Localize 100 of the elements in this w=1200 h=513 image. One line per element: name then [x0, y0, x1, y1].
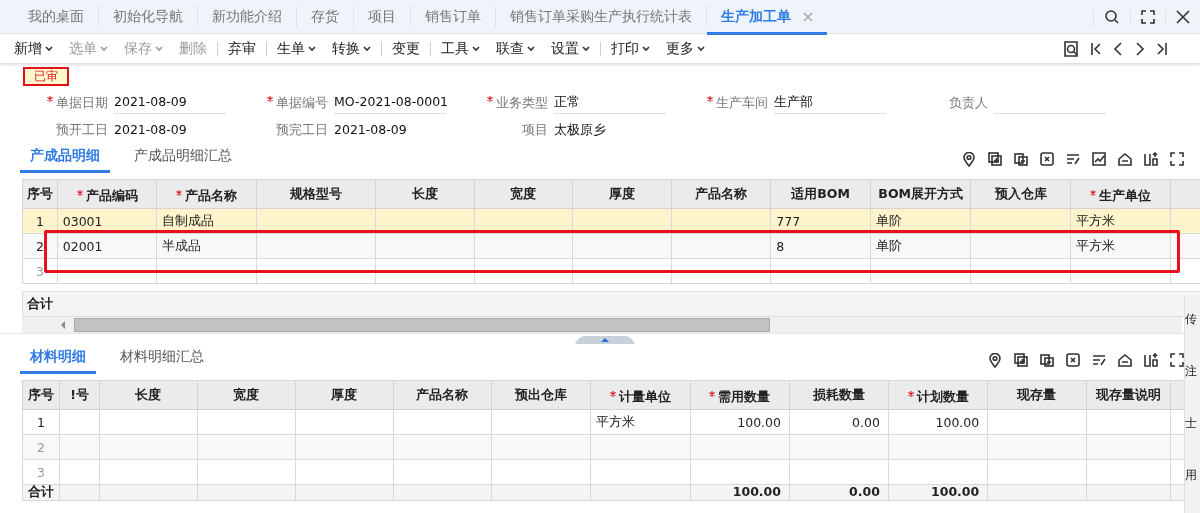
add-row-icon[interactable]	[988, 152, 1002, 167]
column-header: 适用BOM	[791, 185, 850, 203]
delete-row-icon[interactable]	[1040, 152, 1054, 167]
table-cell: 0.00	[789, 409, 889, 435]
totals-label: 合计	[28, 485, 54, 499]
edit-lines-icon[interactable]	[1066, 152, 1080, 167]
column-header: 厚度	[331, 386, 358, 404]
tab[interactable]: 材料明细	[20, 344, 96, 374]
toolbar-button[interactable]: 设置	[543, 39, 598, 58]
table-cell: 平方米	[1070, 233, 1171, 259]
input-field[interactable]: 2021-08-09	[114, 91, 226, 114]
next-icon[interactable]	[1134, 40, 1146, 57]
tab[interactable]: 新功能介绍	[198, 7, 297, 27]
column-header: 现存量	[1017, 386, 1057, 404]
table-cell: 2	[22, 434, 60, 460]
toolbar-button[interactable]: 变更	[384, 39, 428, 58]
caret-icon[interactable]	[642, 45, 650, 52]
caret-icon[interactable]	[527, 45, 535, 52]
column-header: 序号	[26, 185, 53, 203]
fullscreen-icon[interactable]	[1170, 353, 1184, 368]
input-field[interactable]: 正常	[554, 91, 666, 114]
table-cell: 1	[22, 409, 60, 435]
toolbar-button[interactable]: 联查	[488, 39, 543, 58]
column-header: 长度	[135, 386, 162, 404]
tab[interactable]: 销售订单采购生产执行统计表	[496, 7, 707, 27]
total-value: 100.00	[931, 485, 980, 499]
column-header: 计划数量	[916, 388, 969, 406]
toolbar-button[interactable]: 生单	[269, 39, 324, 58]
field-label: 生产车间	[716, 94, 768, 110]
first-icon[interactable]	[1090, 40, 1102, 57]
caret-icon[interactable]	[308, 45, 316, 52]
toolbar-button[interactable]: 更多	[658, 39, 713, 58]
table-cell: 8	[770, 233, 871, 259]
location-pin-icon[interactable]	[962, 152, 976, 167]
column-header: 序号	[28, 386, 54, 404]
horizontal-scrollbar[interactable]	[22, 317, 1182, 333]
home-icon[interactable]	[1118, 152, 1132, 167]
column-header: 宽度	[233, 386, 260, 404]
split-icon[interactable]	[1144, 353, 1158, 368]
panel-text: 注	[1185, 364, 1198, 378]
column-header: 长度	[411, 185, 438, 203]
edit-lines-icon[interactable]	[1092, 353, 1106, 368]
last-icon[interactable]	[1156, 40, 1168, 57]
panel-text: 士	[1185, 416, 1198, 430]
column-header: 厚度	[609, 185, 635, 203]
input-field[interactable]: 太极原乡	[554, 118, 666, 141]
scroll-left-icon[interactable]	[60, 321, 66, 329]
location-pin-icon[interactable]	[988, 353, 1002, 368]
column-header: 计量单位	[619, 388, 671, 406]
column-header: BOM展开方式	[878, 185, 963, 203]
add-row-icon[interactable]	[1014, 353, 1028, 368]
tab[interactable]: 产成品明细汇总	[124, 143, 242, 173]
copy-row-icon[interactable]	[1040, 353, 1054, 368]
fullscreen-icon[interactable]	[1170, 152, 1184, 167]
tab[interactable]: 我的桌面	[14, 7, 99, 27]
caret-icon[interactable]	[363, 45, 371, 52]
toolbar-button[interactable]: 工具	[433, 39, 488, 58]
field-label: 预开工日	[56, 121, 108, 137]
toolbar-button[interactable]: 打印	[603, 39, 658, 58]
copy-row-icon[interactable]	[1014, 152, 1028, 167]
tab[interactable]: 初始化导航	[99, 7, 198, 27]
panel-text: 传	[1185, 312, 1198, 326]
tab[interactable]: 存货	[297, 7, 354, 27]
tab[interactable]: 项目	[354, 7, 411, 27]
column-header: 预出仓库	[515, 386, 568, 404]
input-field[interactable]: 生产部	[774, 91, 886, 114]
caret-icon[interactable]	[45, 45, 53, 52]
toolbar-button[interactable]: 转换	[324, 39, 379, 58]
previous-icon[interactable]	[1112, 40, 1124, 57]
tab[interactable]: 生产加工单	[707, 0, 827, 35]
toolbar-button[interactable]: 弃审	[220, 39, 264, 58]
column-header: 规格型号	[290, 185, 343, 203]
tab[interactable]: 销售订单	[411, 7, 496, 27]
field-label: 项目	[522, 121, 548, 137]
input-field[interactable]: MO-2021-08-0001	[334, 91, 446, 114]
caret-icon[interactable]	[472, 45, 480, 52]
caret-icon[interactable]	[697, 45, 705, 52]
toolbar-button[interactable]: 新增	[6, 39, 61, 58]
column-header: 现存量说明	[1095, 386, 1161, 404]
table-cell: 100.00	[690, 409, 790, 435]
chart-icon[interactable]	[1092, 152, 1106, 167]
table-cell: 100.00	[888, 409, 988, 435]
collapse-handle-icon[interactable]	[575, 336, 635, 344]
caret-icon[interactable]	[582, 45, 590, 52]
home-icon[interactable]	[1118, 353, 1132, 368]
tab[interactable]: 材料明细汇总	[110, 344, 214, 374]
table-cell: 平方米	[590, 409, 691, 435]
totals-label: 合计	[26, 295, 53, 313]
delete-row-icon[interactable]	[1066, 353, 1080, 368]
input-field[interactable]: 2021-08-09	[334, 118, 446, 141]
search-document-icon[interactable]	[1062, 39, 1080, 58]
tab[interactable]: 产成品明细	[20, 143, 110, 173]
split-icon[interactable]	[1144, 152, 1158, 167]
input-field[interactable]: 2021-08-09	[114, 118, 226, 141]
field-label: 负责人	[949, 94, 988, 110]
table-cell: 02001	[57, 233, 157, 259]
field-label: 单据日期	[56, 94, 108, 110]
scrollbar-thumb[interactable]	[74, 318, 770, 332]
status-badge: 已审	[23, 66, 69, 86]
total-value: 0.00	[849, 485, 880, 499]
